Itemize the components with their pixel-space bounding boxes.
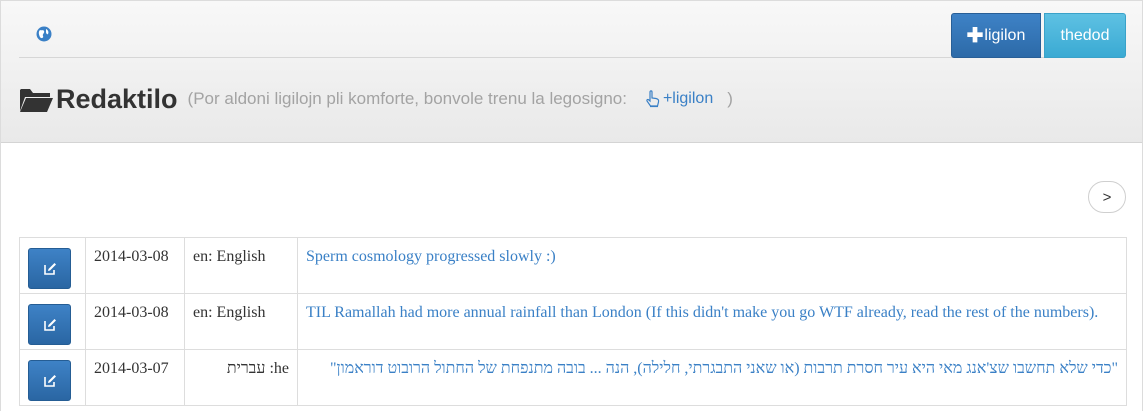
edit-button[interactable]: [28, 360, 71, 401]
edit-button[interactable]: [28, 304, 71, 345]
subtitle-close: ): [727, 89, 733, 108]
entries-table: 2014-03-08 en: English Sperm cosmology p…: [19, 237, 1127, 406]
text-cell: TIL Ramallah had more annual rainfall th…: [297, 293, 1127, 350]
edit-icon: [43, 374, 56, 387]
entry-link[interactable]: TIL Ramallah had more annual rainfall th…: [306, 304, 1098, 321]
subtitle-text: (Por aldoni ligilojn pli komforte, bonvo…: [187, 89, 627, 108]
date-cell: 2014-03-07: [85, 349, 185, 406]
user-button[interactable]: thedod: [1044, 13, 1126, 58]
edit-cell: [19, 237, 86, 294]
folder-open-icon: [20, 89, 53, 112]
entry-link[interactable]: Sperm cosmology progressed slowly :): [306, 248, 556, 265]
text-cell: "כדי שלא תחשבו שצ'אנג מאי היא עיר חסרת ת…: [297, 349, 1127, 406]
add-link-button[interactable]: ✚ ligilon: [951, 13, 1041, 58]
table-row: 2014-03-08 en: English Sperm cosmology p…: [19, 237, 1127, 294]
plus-icon: ✚: [966, 24, 984, 47]
edit-button[interactable]: [28, 248, 71, 289]
language-cell: en: English: [184, 237, 298, 294]
edit-icon: [43, 318, 56, 331]
user-label: thedod: [1060, 26, 1110, 44]
text-cell: Sperm cosmology progressed slowly :): [297, 237, 1127, 294]
next-page-button[interactable]: >: [1088, 181, 1126, 213]
title-row: Redaktilo (Por aldoni ligilojn pli komfo…: [19, 79, 733, 119]
bookmarklet-link[interactable]: +ligilon: [663, 90, 713, 108]
date-cell: 2014-03-08: [85, 237, 185, 294]
table-row: 2014-03-08 en: English TIL Ramallah had …: [19, 293, 1127, 350]
add-link-label: ligilon: [984, 26, 1026, 44]
edit-cell: [19, 293, 86, 350]
page-title: Redaktilo: [56, 83, 178, 114]
edit-cell: [19, 349, 86, 406]
page-frame: ✚ ligilon thedod Redaktilo (Por aldoni l…: [0, 0, 1143, 411]
edit-icon: [43, 262, 56, 275]
page-header: ✚ ligilon thedod Redaktilo (Por aldoni l…: [1, 0, 1142, 143]
language-cell: en: English: [184, 293, 298, 350]
table-row: 2014-03-07 he: עברית "כדי שלא תחשבו שצ'א…: [19, 349, 1127, 406]
language-cell: he: עברית: [184, 349, 298, 406]
globe-icon[interactable]: [36, 26, 52, 42]
hand-pointer-icon: [646, 90, 660, 108]
entry-link[interactable]: "כדי שלא תחשבו שצ'אנג מאי היא עיר חסרת ת…: [330, 360, 1118, 377]
date-cell: 2014-03-08: [85, 293, 185, 350]
next-page-label: >: [1102, 188, 1112, 206]
page-subtitle: (Por aldoni ligilojn pli komforte, bonvo…: [188, 89, 733, 109]
